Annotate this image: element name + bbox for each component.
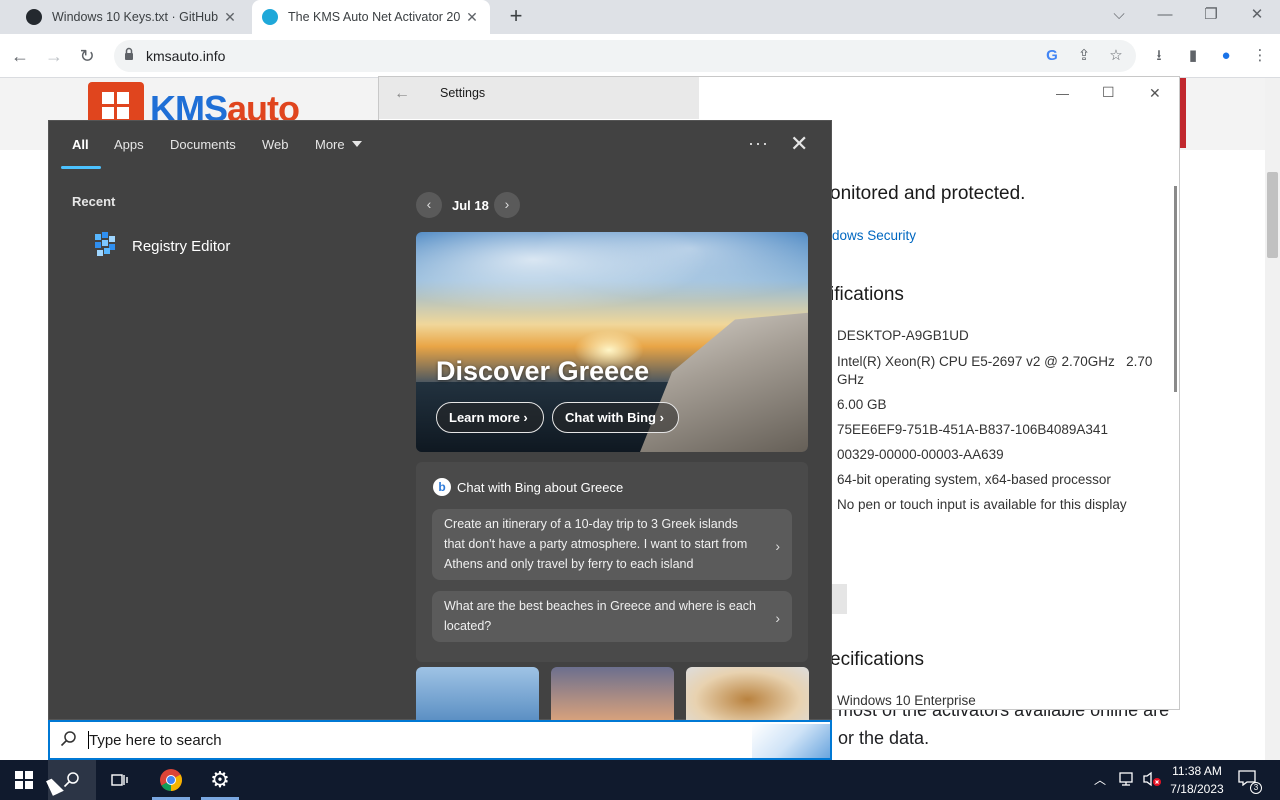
tab-all[interactable]: All xyxy=(72,137,89,152)
tab-kmsauto[interactable]: The KMS Auto Net Activator 20 ✕ xyxy=(252,0,490,34)
search-placeholder[interactable]: Type here to search xyxy=(89,732,222,749)
bing-chat-title: Chat with Bing about Greece xyxy=(457,480,624,495)
settings-close-button[interactable]: ✕ xyxy=(1149,85,1161,102)
processor-unit: GHz xyxy=(837,372,864,387)
copy-button[interactable] xyxy=(832,584,847,614)
clock-time[interactable]: 11:38 AM xyxy=(1168,764,1226,778)
prompt-text: Create an itinerary of a 10-day trip to … xyxy=(444,517,748,571)
registry-editor-icon xyxy=(92,230,118,260)
lock-icon[interactable] xyxy=(124,47,134,61)
prompt-text: What are the best beaches in Greece and … xyxy=(444,599,756,633)
page-scrollbar-thumb[interactable] xyxy=(1267,172,1278,258)
minimize-button[interactable]: — xyxy=(1142,0,1188,32)
settings-maximize-button[interactable]: ☐ xyxy=(1102,84,1115,101)
settings-minimize-button[interactable]: — xyxy=(1056,86,1069,101)
tab-search-icon[interactable]: ⌵ xyxy=(1096,0,1142,32)
reload-icon[interactable]: ↻ xyxy=(73,43,101,69)
tab-web[interactable]: Web xyxy=(262,137,289,152)
start-button[interactable] xyxy=(0,760,48,800)
chat-with-bing-button[interactable]: Chat with Bing › xyxy=(552,402,679,433)
edition: Windows 10 Enterprise xyxy=(837,693,976,708)
chevron-right-icon: › xyxy=(775,537,780,554)
settings-scrollbar[interactable] xyxy=(1174,186,1177,392)
url-text[interactable]: kmsauto.info xyxy=(146,48,225,64)
device-name: DESKTOP-A9GB1UD xyxy=(837,328,969,343)
network-icon[interactable] xyxy=(1118,771,1136,790)
address-bar[interactable] xyxy=(114,40,1136,72)
installed-ram: 6.00 GB xyxy=(837,397,887,412)
learn-more-button[interactable]: Learn more › xyxy=(436,402,544,433)
tab-documents[interactable]: Documents xyxy=(170,137,236,152)
next-icon[interactable]: › xyxy=(494,192,520,218)
settings-title: Settings xyxy=(440,86,486,100)
close-tab-icon[interactable]: ✕ xyxy=(464,9,480,26)
tab-title: The KMS Auto Net Activator 20 xyxy=(288,10,461,24)
chrome-taskbar-icon[interactable] xyxy=(147,760,195,800)
volume-muted-icon[interactable] xyxy=(1142,771,1162,790)
recent-heading: Recent xyxy=(72,194,116,209)
bing-icon: b xyxy=(433,478,451,496)
side-panel-icon[interactable]: ▮ xyxy=(1183,46,1203,66)
share-icon[interactable]: ⇪ xyxy=(1074,46,1094,66)
close-tab-icon[interactable]: ✕ xyxy=(222,9,238,26)
tab-apps[interactable]: Apps xyxy=(114,137,144,152)
chevron-down-icon[interactable] xyxy=(352,141,362,147)
search-icon xyxy=(60,730,78,753)
thumbnail-card[interactable] xyxy=(686,667,809,721)
menu-icon[interactable]: ⋮ xyxy=(1250,46,1270,66)
new-tab-button[interactable]: + xyxy=(503,5,529,29)
search-highlight-art[interactable] xyxy=(752,724,830,758)
website-accent-bar xyxy=(1180,78,1186,148)
thumbnail-card[interactable] xyxy=(551,667,674,721)
kmsauto-favicon-icon xyxy=(262,9,278,25)
download-icon[interactable]: ⭳ xyxy=(1149,46,1169,66)
google-icon[interactable]: G xyxy=(1042,46,1062,66)
system-type: 64-bit operating system, x64-based proce… xyxy=(837,472,1111,487)
tab-more[interactable]: More xyxy=(315,137,345,152)
hero-title: Discover Greece xyxy=(436,356,650,386)
more-options-icon[interactable]: ··· xyxy=(748,133,769,154)
clock-date[interactable]: 7/18/2023 xyxy=(1168,782,1226,796)
device-specs-heading: ifications xyxy=(830,284,904,305)
notification-badge: 3 xyxy=(1250,782,1262,794)
recent-item-label: Registry Editor xyxy=(132,238,231,255)
thumbnail-card[interactable] xyxy=(416,667,539,721)
windows-security-link[interactable]: dows Security xyxy=(832,228,916,243)
forward-icon[interactable]: → xyxy=(40,43,68,69)
windows-specs-heading: ecifications xyxy=(830,649,924,670)
show-hidden-icons[interactable]: ︿ xyxy=(1094,771,1106,788)
chevron-right-icon: › xyxy=(775,609,780,626)
task-view-icon[interactable] xyxy=(96,760,144,800)
previous-icon[interactable]: ‹ xyxy=(416,192,442,218)
protection-status: onitored and protected. xyxy=(830,183,1026,204)
bing-prompt-suggestion[interactable]: What are the best beaches in Greece and … xyxy=(432,591,792,642)
date-label: Jul 18 xyxy=(452,198,489,213)
restore-button[interactable]: ❐ xyxy=(1188,0,1234,32)
tab-title: Windows 10 Keys.txt · GitHub xyxy=(52,10,219,24)
web-body-text: or the data. xyxy=(838,728,930,748)
bing-prompt-suggestion[interactable]: Create an itinerary of a 10-day trip to … xyxy=(432,509,792,580)
settings-titlebar xyxy=(379,77,699,119)
device-id: 75EE6EF9-751B-451A-B837-106B4089A341 xyxy=(837,422,1108,437)
settings-taskbar-icon[interactable]: ⚙ xyxy=(196,760,244,800)
github-icon xyxy=(26,9,42,25)
profile-icon[interactable]: ● xyxy=(1216,46,1236,66)
tab-github[interactable]: Windows 10 Keys.txt · GitHub ✕ xyxy=(16,0,248,34)
back-icon[interactable]: ← xyxy=(6,43,34,69)
active-tab-indicator xyxy=(61,166,101,169)
processor: Intel(R) Xeon(R) CPU E5-2697 v2 @ 2.70GH… xyxy=(837,354,1153,369)
close-icon[interactable]: ✕ xyxy=(790,131,808,157)
back-icon[interactable]: ← xyxy=(394,85,410,103)
bookmark-star-icon[interactable]: ☆ xyxy=(1106,46,1126,66)
pen-and-touch: No pen or touch input is available for t… xyxy=(837,497,1127,512)
product-id: 00329-00000-00003-AA639 xyxy=(837,447,1004,462)
close-window-button[interactable]: ✕ xyxy=(1234,0,1280,32)
